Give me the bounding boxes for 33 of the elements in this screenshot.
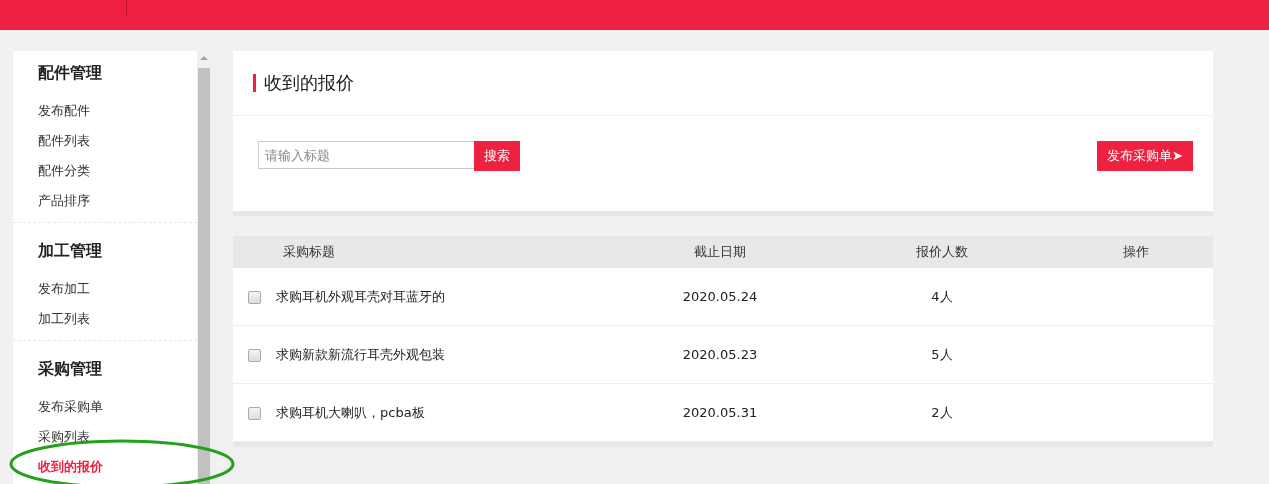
- column-header: 采购标题: [275, 236, 615, 268]
- table-cell: 2020.05.24: [682, 289, 758, 304]
- table-cell: 5人: [931, 346, 953, 362]
- column-header: 报价人数: [825, 236, 1059, 268]
- menu-item[interactable]: 发布采购单: [38, 392, 103, 422]
- table-cell: 求购耳机外观耳壳对耳蓝牙的: [276, 288, 445, 304]
- table-cell: 4人: [931, 288, 953, 304]
- menu-item[interactable]: 发布配件: [38, 96, 90, 126]
- panel-title: 收到的报价: [253, 74, 354, 92]
- menu-item[interactable]: 收到的报价: [38, 452, 103, 482]
- menu-group-title: 采购管理: [38, 359, 102, 380]
- menu-item[interactable]: 发布加工: [38, 274, 90, 304]
- menu-item[interactable]: 配件分类: [38, 156, 90, 186]
- column-header: 截止日期: [615, 236, 825, 268]
- row-checkbox[interactable]: [247, 291, 261, 304]
- row-checkbox[interactable]: [247, 407, 261, 420]
- table-cell: 2020.05.31: [682, 405, 758, 420]
- table-cell: 求购耳机大喇叭，pcba板: [276, 404, 425, 420]
- row-checkbox[interactable]: [247, 349, 261, 362]
- scrollbar-thumb[interactable]: [198, 68, 210, 484]
- menu-item[interactable]: 配件列表: [38, 126, 90, 156]
- menu-group-title: 加工管理: [38, 241, 102, 262]
- table-cell: 2020.05.23: [682, 347, 758, 362]
- table-cell: 求购新款新流行耳壳外观包装: [276, 346, 445, 362]
- menu-group-title: 配件管理: [38, 63, 102, 84]
- menu-item[interactable]: 加工列表: [38, 304, 90, 334]
- search-field[interactable]: 请输入标题: [258, 141, 474, 169]
- scroll-up-icon[interactable]: [200, 56, 208, 60]
- column-header: 操作: [1059, 236, 1213, 268]
- table-cell: 2人: [931, 404, 953, 420]
- menu-item[interactable]: 产品排序: [38, 186, 90, 216]
- publish-button[interactable]: 发布采购单➤: [1097, 141, 1193, 171]
- search-button[interactable]: 搜索: [474, 141, 520, 171]
